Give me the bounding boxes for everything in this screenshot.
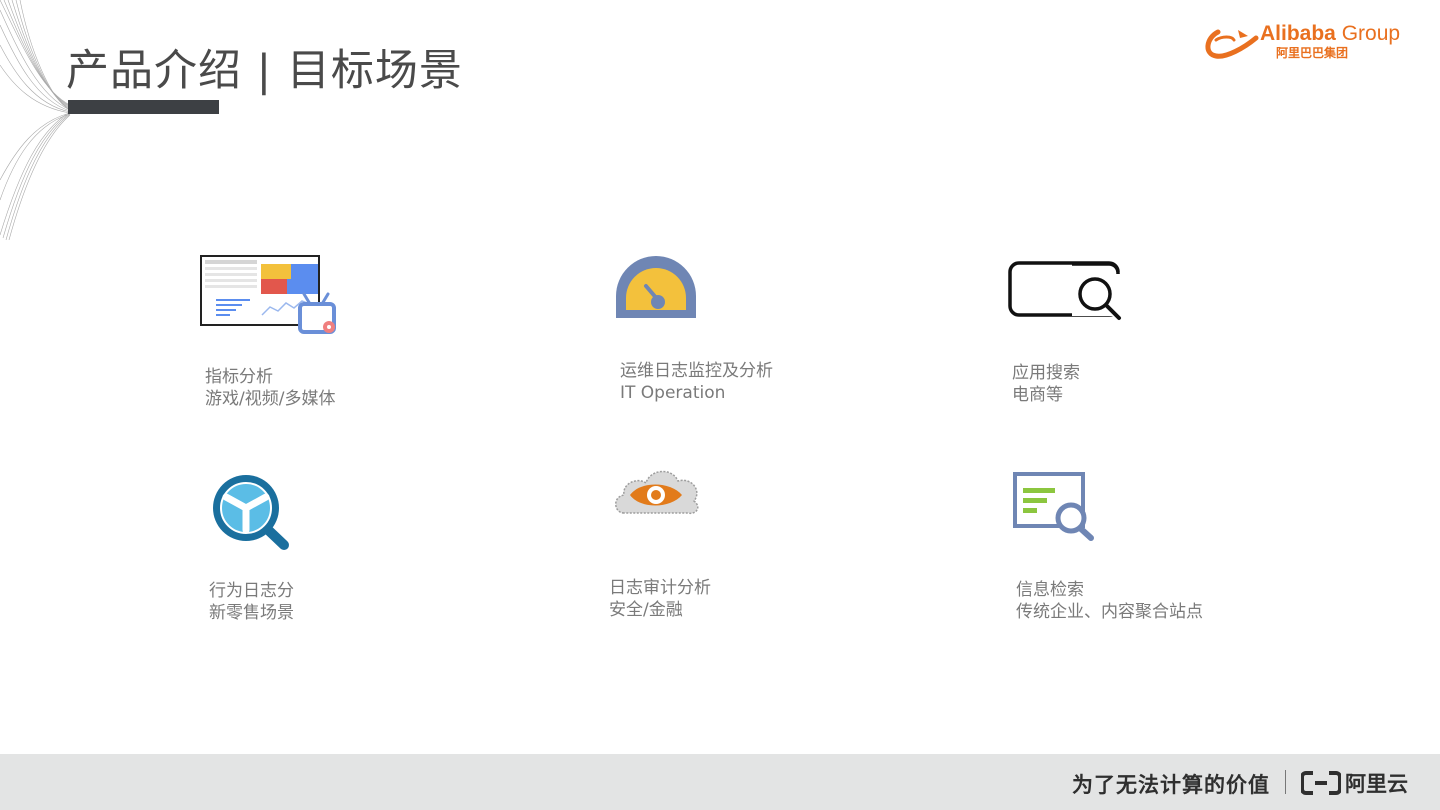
logo-text-en: Alibaba Group <box>1260 22 1400 46</box>
scenario-title: 行为日志分 <box>209 581 294 601</box>
footer-divider <box>1285 770 1286 794</box>
scenario-label: 指标分析 游戏/视频/多媒体 <box>205 366 335 410</box>
scenario-subtitle: 传统企业、内容聚合站点 <box>1016 602 1203 622</box>
footer-bar: 为了无法计算的价值 阿里云 <box>0 754 1440 810</box>
title-underline <box>68 100 219 114</box>
scenario-subtitle: IT Operation <box>620 383 726 403</box>
scenario-title: 日志审计分析 <box>609 578 711 598</box>
page-title: 产品介绍 | 目标场景 <box>66 46 463 96</box>
dashboard-tv-icon <box>200 255 336 334</box>
scenario-label: 运维日志监控及分析 IT Operation <box>620 360 773 404</box>
scenario-label: 日志审计分析 安全/金融 <box>609 577 711 621</box>
logo-text-cn: 阿里巴巴集团 <box>1276 46 1349 60</box>
scenario-label: 信息检索 传统企业、内容聚合站点 <box>1016 579 1203 623</box>
alibaba-group-logo: Alibaba Group 阿里巴巴集团 <box>1204 22 1416 64</box>
scenario-title: 运维日志监控及分析 <box>620 361 773 381</box>
slide: 产品介绍 | 目标场景 Alibaba Group 阿里巴巴集团 指标分析 游戏… <box>0 0 1440 810</box>
footer-brand: 阿里云 <box>1345 772 1408 796</box>
search-box-icon <box>1008 261 1122 320</box>
scenario-title: 指标分析 <box>205 367 273 387</box>
logo-group-word: Group <box>1341 22 1401 45</box>
document-search-icon <box>1013 472 1094 541</box>
scenario-subtitle: 游戏/视频/多媒体 <box>205 389 336 409</box>
scenario-subtitle: 安全/金融 <box>609 600 683 620</box>
gauge-icon <box>616 256 696 318</box>
scenario-title: 应用搜索 <box>1012 363 1080 383</box>
cloud-eye-icon <box>615 470 699 515</box>
logo-brand-word: Alibaba <box>1260 22 1336 45</box>
scenario-subtitle: 新零售场景 <box>209 603 294 623</box>
scenario-label: 应用搜索 电商等 <box>1012 362 1080 406</box>
scenario-subtitle: 电商等 <box>1012 385 1063 405</box>
alibaba-smile-icon <box>1205 29 1259 59</box>
scenario-label: 行为日志分 新零售场景 <box>209 580 294 624</box>
footer-slogan: 为了无法计算的价值 <box>1072 773 1270 797</box>
magnifier-icon <box>213 475 289 550</box>
scenario-title: 信息检索 <box>1016 580 1084 600</box>
aliyun-logo-icon <box>1301 771 1341 795</box>
